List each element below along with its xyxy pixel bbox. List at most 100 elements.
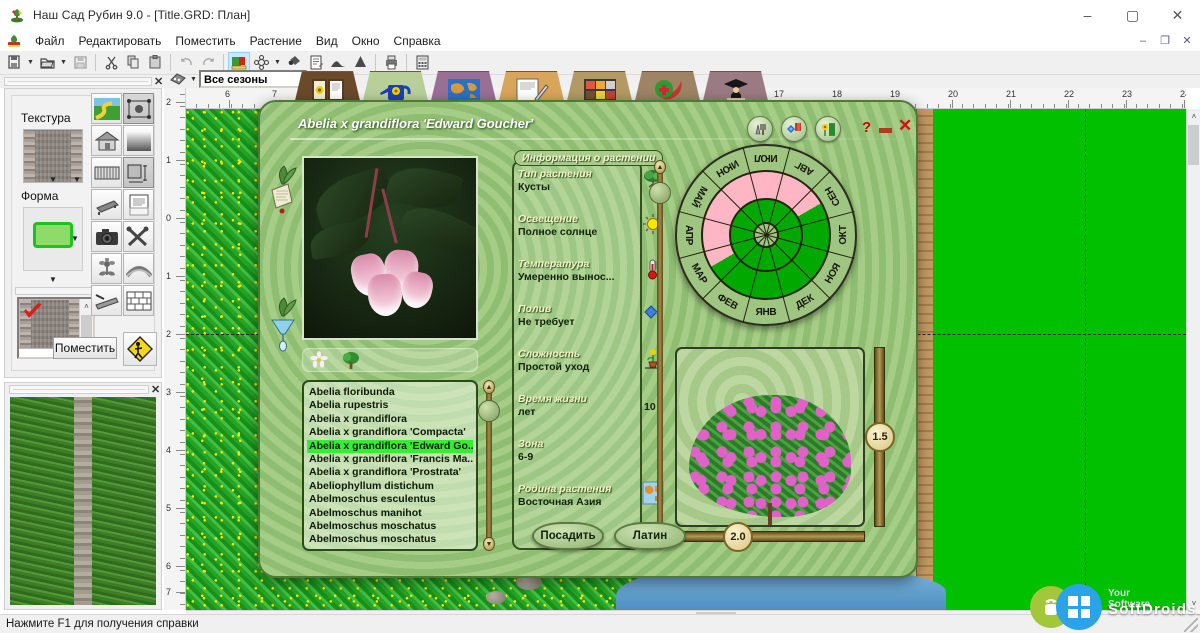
season-combo-value[interactable]: Все сезоны — [199, 70, 307, 88]
maximize-button[interactable]: ▢ — [1110, 0, 1155, 30]
plant-list-item[interactable]: Abelia rupestris — [307, 399, 473, 412]
plant-filter-bar[interactable] — [302, 348, 478, 372]
plant-button[interactable] — [91, 253, 122, 284]
preview-panel-close-icon[interactable]: ✕ — [151, 383, 160, 396]
house-button[interactable] — [91, 125, 122, 156]
dialog-title-controls — [747, 116, 841, 142]
panel-drag-grip[interactable] — [4, 77, 152, 86]
place-button[interactable]: Поместить — [53, 337, 117, 359]
plant-card-button[interactable] — [815, 116, 841, 142]
save-button[interactable] — [69, 52, 91, 74]
list-button[interactable] — [123, 189, 154, 220]
plant-list-item[interactable]: Abelia floribunda — [307, 386, 473, 399]
texture-caret-icon[interactable]: ▼ — [49, 175, 57, 184]
vertical-ruler[interactable]: 2 1 0 1 2 3 4 5 6 7 — [164, 88, 186, 610]
sign-button[interactable] — [123, 332, 157, 366]
plant-list-item[interactable]: Abelia x grandiflora 'Prostrata' — [307, 466, 473, 479]
measure-button[interactable] — [123, 93, 154, 124]
camera-button[interactable] — [91, 221, 122, 252]
info-scroll-thumb[interactable] — [649, 182, 671, 204]
ruler-tick — [1126, 100, 1127, 108]
dialog-help-icon[interactable]: ? — [862, 119, 871, 136]
plant-list-item[interactable]: Abelia x grandiflora — [307, 413, 473, 426]
plant-info-dialog[interactable]: Abelia x grandiflora 'Edward Goucher' ? … — [258, 100, 918, 578]
plant-list-scroll-up-icon[interactable]: ▲ — [483, 380, 495, 394]
minimize-button[interactable]: – — [1065, 0, 1110, 30]
log-button[interactable] — [91, 285, 122, 316]
ruler-minor-tick — [180, 349, 185, 351]
open-dropdown-icon[interactable]: ▼ — [58, 52, 69, 74]
gradient-button[interactable] — [123, 125, 154, 156]
canvas-scroll-up-icon[interactable]: ˄ — [1187, 109, 1200, 123]
info-scroll-rail — [657, 170, 663, 540]
landscape-button[interactable] — [91, 93, 122, 124]
form-caret-icon[interactable]: ▼ — [49, 275, 57, 284]
mdi-close-button[interactable]: ✕ — [1176, 32, 1198, 49]
menu-item-window[interactable]: Окно — [345, 32, 387, 50]
info-panel-scrollbar[interactable]: ▲ ▼ — [649, 160, 671, 550]
latin-name-button[interactable]: Латин — [614, 522, 686, 550]
mdi-minimize-button[interactable]: – — [1132, 32, 1154, 49]
plant-list-scrollbar[interactable]: ▲ ▼ — [478, 380, 500, 551]
white-flower-icon[interactable] — [309, 351, 329, 369]
plant-species-list[interactable]: Abelia floribunda Abelia rupestris Abelia … — [302, 380, 478, 551]
paste-button[interactable] — [144, 52, 166, 74]
ruler-tick — [1068, 100, 1069, 108]
form-dropdown-icon[interactable]: ▼ — [71, 234, 79, 243]
plant-3d-preview[interactable] — [675, 347, 865, 527]
color-palette-button[interactable] — [781, 116, 807, 142]
new-plan-dropdown-icon[interactable]: ▼ — [25, 52, 36, 74]
dialog-minimize-icon[interactable] — [879, 128, 892, 133]
preview-panel-grip[interactable] — [9, 385, 149, 394]
plant-list-scroll-thumb[interactable] — [478, 400, 500, 422]
garden-tools-button[interactable] — [747, 116, 773, 142]
canvas-vertical-scrollbar[interactable]: ˄ ˅ — [1186, 109, 1200, 610]
green-tree-icon[interactable] — [341, 351, 361, 369]
plant-list-item[interactable]: Abelmoschus manihot — [307, 507, 473, 520]
dialog-close-icon[interactable]: ✕ — [898, 117, 912, 134]
info-scroll-up-icon[interactable]: ▲ — [654, 160, 666, 174]
menu-item-plant[interactable]: Растение — [243, 32, 309, 50]
copy-button[interactable] — [122, 52, 144, 74]
new-plan-button[interactable] — [3, 52, 25, 74]
cut-button[interactable] — [100, 52, 122, 74]
bridge-button[interactable] — [123, 253, 154, 284]
ruler-tick — [176, 334, 185, 335]
resize-grip[interactable] — [1184, 618, 1198, 632]
menu-item-view[interactable]: Вид — [309, 32, 345, 50]
plant-list-item[interactable]: Abelmoschus moschatus — [307, 533, 473, 546]
tools-button[interactable] — [123, 221, 154, 252]
plant-list-item[interactable]: Abelia x grandiflora 'Compacta' — [307, 426, 473, 439]
ruler-minor-tick — [1158, 104, 1160, 108]
plant-list-item[interactable]: Abelmoschus esculentus — [307, 493, 473, 506]
open-button[interactable] — [36, 52, 58, 74]
close-button[interactable]: ✕ — [1155, 0, 1200, 30]
bench-button[interactable] — [91, 189, 122, 220]
canvas-vscroll-thumb[interactable] — [1188, 125, 1199, 165]
dimensions-button[interactable] — [123, 157, 154, 188]
plant-list-item[interactable]: Abelia x grandiflora 'Francis Ma... — [307, 453, 473, 466]
panel-close-icon[interactable]: ✕ — [154, 75, 163, 88]
ruler-tick-label: 2 — [166, 97, 172, 107]
ruler-minor-tick — [1124, 104, 1125, 108]
plant-action-button[interactable]: Посадить — [532, 522, 604, 550]
plant-list-item[interactable]: Abelia x grandiflora 'Edward Go... — [307, 439, 473, 454]
texture-caret2-icon[interactable]: ▼ — [73, 175, 81, 184]
menu-item-edit[interactable]: Редактировать — [72, 32, 169, 50]
ruler-minor-tick — [196, 104, 197, 108]
plant-list-item[interactable]: Abelmoschus moschatus — [307, 520, 473, 533]
mdi-restore-button[interactable]: ❐ — [1154, 32, 1176, 49]
document-icon — [6, 33, 22, 49]
plant-list-scroll-down-icon[interactable]: ▼ — [483, 537, 495, 551]
wheel-month-label: АВГ — [793, 158, 816, 178]
bloom-calendar-wheel[interactable]: ЯНВ ФЕВ МАР АПР МАЙ ИЮН ИЮЛ АВГ СЕН ОКТ НОЯ ДЕК — [675, 144, 857, 326]
texture-scroll-strip[interactable] — [15, 287, 95, 295]
menu-item-file[interactable]: Файл — [28, 32, 72, 50]
ruler-minor-tick — [219, 104, 221, 108]
fence-button[interactable] — [91, 157, 122, 188]
menu-item-place[interactable]: Поместить — [168, 32, 242, 50]
plant-list-item[interactable]: Abeliophyllum distichum — [307, 480, 473, 493]
menu-item-help[interactable]: Справка — [387, 32, 448, 50]
brick-button[interactable] — [123, 285, 154, 316]
season-dropdown-icon[interactable]: ▼ — [188, 68, 199, 90]
